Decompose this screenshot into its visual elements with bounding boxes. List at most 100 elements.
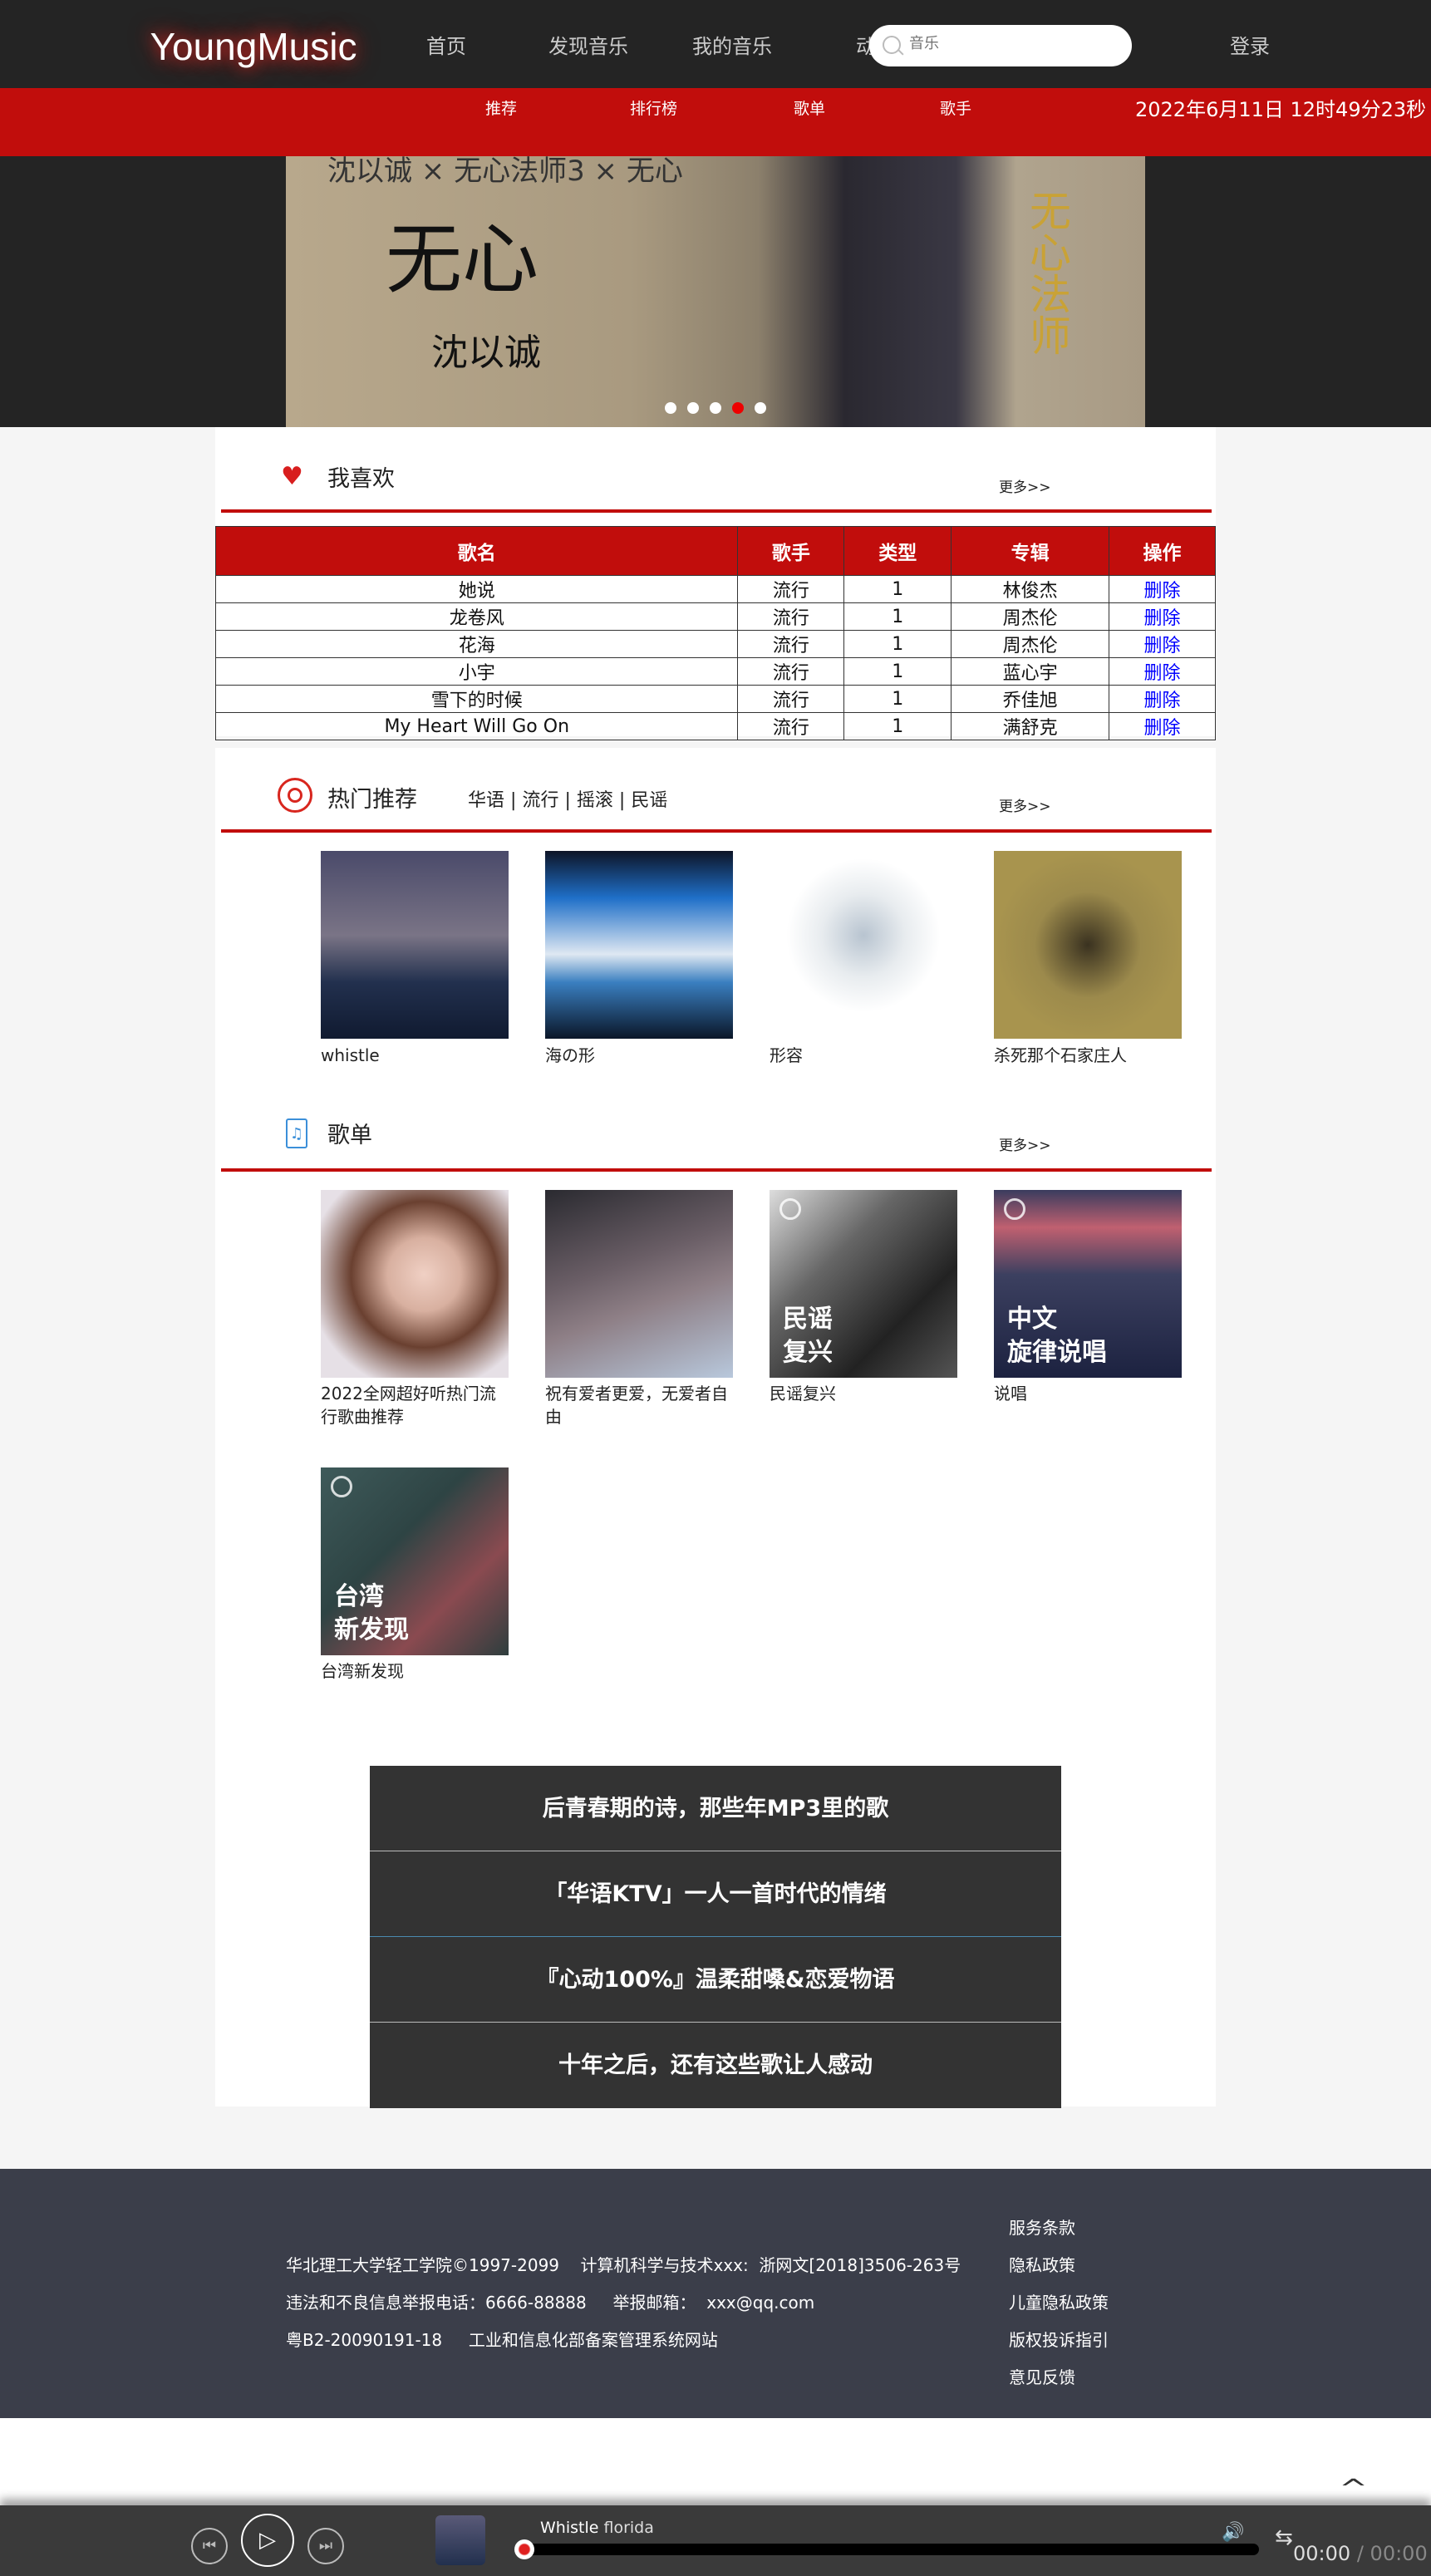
album-cover[interactable] [321,851,509,1039]
singer: 流行 [737,712,845,740]
heart-icon: ♥ [281,462,303,491]
song-name: 雪下的时候 [214,685,739,713]
column-header: 歌名 [214,526,739,576]
delete-link[interactable]: 删除 [1144,663,1181,684]
album: 乔佳旭 [951,685,1110,713]
nav-home[interactable]: 首页 [426,30,466,59]
album-title[interactable]: 海の形 [545,1044,736,1067]
tag-folk[interactable]: 民谣 [631,790,667,811]
cover-text: 台湾 新发现 [334,1582,409,1644]
action-cell: 删除 [1109,685,1216,713]
footer-link-feedback[interactable]: 意见反馈 [1009,2364,1075,2388]
playlist-cover[interactable]: 民谣 复兴 [770,1190,957,1378]
banner-lettering: 无心法师 [1023,189,1071,356]
singer: 流行 [737,575,845,603]
playlist-cover[interactable]: 中文 旋律说唱 [994,1190,1182,1378]
playlist-cover[interactable] [321,1190,509,1378]
playlist-cover[interactable]: 台湾 新发现 [321,1467,509,1655]
column-header: 歌手 [737,526,845,576]
featured-item[interactable]: 十年之后，还有这些歌让人感动 [370,2023,1061,2108]
tag-pop[interactable]: 流行 [522,790,558,811]
featured-item[interactable]: 后青春期的诗，那些年MP3里的歌 [370,1766,1061,1851]
featured-item[interactable]: 「华语KTV」一人一首时代的情绪 [370,1851,1061,1937]
album: 周杰伦 [951,630,1110,658]
carousel-dot[interactable] [710,402,721,414]
carousel-dot[interactable] [665,402,676,414]
subnav-charts[interactable]: 排行榜 [630,96,677,119]
delete-link[interactable]: 删除 [1144,636,1181,656]
playlist-cover[interactable] [545,1190,733,1378]
track-info: Whistle florida [540,2519,654,2537]
time-display: 00:00 / 00:00 [1293,2542,1428,2565]
progress-bar[interactable] [514,2539,1259,2559]
delete-link[interactable]: 删除 [1144,718,1181,739]
delete-link[interactable]: 删除 [1144,691,1181,711]
tag-chinese[interactable]: 华语 [468,790,504,811]
tag-rock[interactable]: 摇滚 [577,790,613,811]
favorites-more-link[interactable]: 更多>> [999,475,1051,496]
album-title[interactable]: 形容 [770,1044,961,1067]
album-cover[interactable] [770,851,957,1039]
featured-item[interactable]: 『心动100%』温柔甜嗓&恋爱物语 [370,1937,1061,2023]
playlist-title[interactable]: 民谣复兴 [770,1382,961,1405]
track-artist: florida [603,2519,654,2537]
type: 1 [843,602,952,631]
hot-tags: 华语 | 流行 | 摇滚 | 民谣 [468,785,667,812]
subnav-recommend[interactable]: 推荐 [485,96,517,119]
back-to-top-icon[interactable]: ^ [1339,2475,1368,2504]
carousel-dot[interactable] [687,402,699,414]
search-input[interactable] [909,35,1109,52]
progress-handle[interactable] [514,2539,534,2559]
album: 林俊杰 [951,575,1110,603]
favorites-title: 我喜欢 [327,466,395,492]
type: 1 [843,657,952,686]
nav-my-music[interactable]: 我的音乐 [692,30,772,59]
netease-logo-icon [331,1476,352,1497]
playlist-title[interactable]: 祝有爱者更爱，无爱者自由 [545,1382,736,1428]
album: 蓝心宇 [951,657,1110,686]
delete-link[interactable]: 删除 [1144,608,1181,629]
album: 周杰伦 [951,602,1110,631]
album-cover[interactable] [994,851,1182,1039]
subnav-playlists[interactable]: 歌单 [794,96,825,119]
carousel-dot[interactable] [755,402,766,414]
album-title[interactable]: whistle [321,1044,512,1067]
repeat-icon[interactable]: ⇆ [1275,2525,1293,2550]
singer: 流行 [737,630,845,658]
top-bar: YoungMusic 首页 发现音乐 我的音乐 动 登录 [0,0,1431,88]
album: 满舒克 [951,712,1110,740]
footer-link-terms[interactable]: 服务条款 [1009,2215,1075,2239]
disc-icon [278,778,312,813]
next-button[interactable]: ⏭ [307,2528,344,2564]
album-cover[interactable] [545,851,733,1039]
footer-link-child-privacy[interactable]: 儿童隐私政策 [1009,2289,1109,2313]
nav-discover[interactable]: 发现音乐 [548,30,628,59]
now-playing-thumbnail [435,2515,485,2565]
playlist-title[interactable]: 2022全网超好听热门流行歌曲推荐 [321,1382,512,1428]
footer: 华北理工大学轻工学院©1997-2099 计算机科学与技术xxx: 浙网文[20… [0,2169,1431,2418]
hot-more-link[interactable]: 更多>> [999,794,1051,815]
logo[interactable]: YoungMusic [125,17,382,76]
carousel-dot-active[interactable] [732,402,744,414]
playlist-title[interactable]: 台湾新发现 [321,1659,512,1683]
delete-link[interactable]: 删除 [1144,581,1181,602]
column-header: 操作 [1109,526,1216,576]
datetime: 2022年6月11日 12时49分23秒 [1135,98,1427,121]
album-title[interactable]: 杀死那个石家庄人 [994,1044,1185,1067]
separator: | [618,790,626,811]
play-button[interactable]: ▷ [241,2514,294,2567]
login-link[interactable]: 登录 [1230,30,1270,59]
player-bar: ⏮ ▷ ⏭ Whistle florida 🔊 ⇆ 00:00 / 00:00 [0,2505,1431,2576]
footer-link-privacy[interactable]: 隐私政策 [1009,2252,1075,2276]
banner-lettering: 沈以诚 × 无心法师3 × 无心 [327,156,683,188]
type: 1 [843,685,952,713]
current-time: 00:00 [1293,2542,1351,2565]
subnav-singers[interactable]: 歌手 [940,96,971,119]
footer-link-copyright[interactable]: 版权投诉指引 [1009,2327,1109,2351]
page-bottom [0,2418,1431,2510]
volume-icon[interactable]: 🔊 [1222,2522,1244,2543]
banner-carousel[interactable]: 沈以诚 × 无心法师3 × 无心 无心 沈以诚 无心法师 [286,156,1145,427]
playlists-more-link[interactable]: 更多>> [999,1133,1051,1154]
prev-button[interactable]: ⏮ [191,2528,228,2564]
playlist-title[interactable]: 说唱 [994,1382,1185,1405]
